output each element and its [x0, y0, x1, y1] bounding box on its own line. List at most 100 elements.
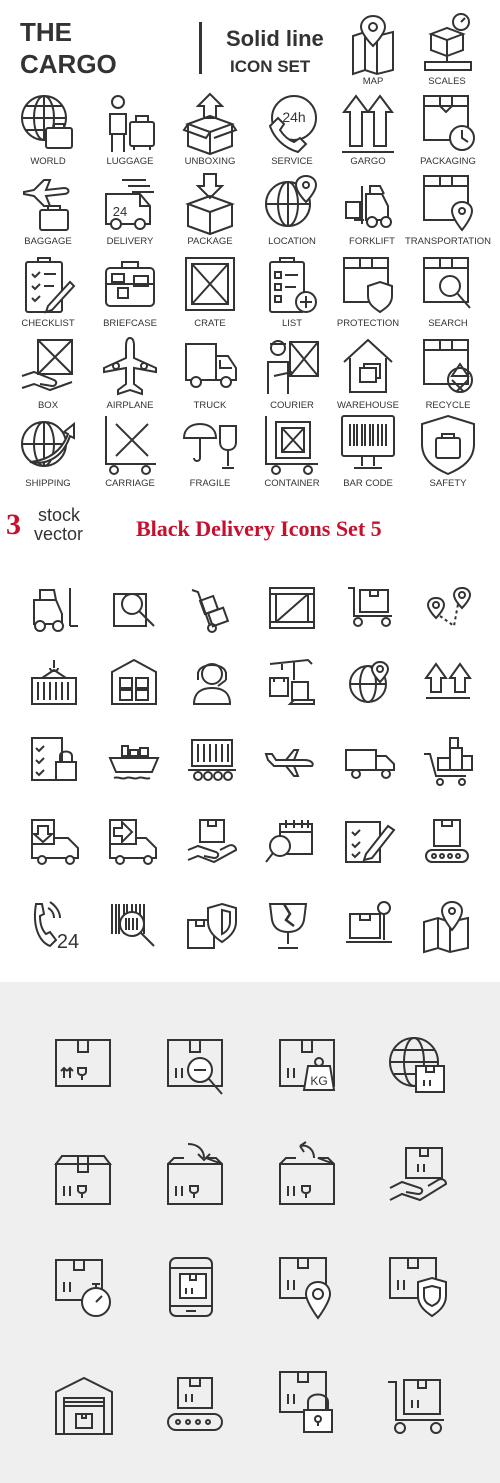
box-return-icon: [167, 1143, 223, 1205]
calendar-search-icon: [265, 820, 313, 863]
wooden-crate-icon: [269, 587, 315, 629]
box-tile: BOX: [8, 336, 88, 418]
warehouse-boxes-icon: [111, 658, 157, 705]
unboxing-icon: [182, 92, 238, 156]
packaging-label: PACKAGING: [420, 156, 476, 167]
watermark-word-stock: stock: [38, 505, 81, 525]
parcel-scale-icon: [346, 901, 392, 943]
set-subtitle-line2: ICON SET: [230, 57, 311, 76]
service-badge: 24h: [282, 109, 305, 125]
service-icon: 24h: [268, 95, 317, 154]
packaging-icon: [423, 95, 475, 151]
conveyor-box-icon: [167, 1377, 223, 1431]
title-divider: [199, 22, 202, 74]
forklift-icon: [33, 588, 78, 632]
cargo-plane-icon: [264, 749, 314, 777]
crate-tile: CRATE: [170, 254, 250, 336]
fragile-tile: FRAGILE: [170, 414, 250, 496]
hand-truck-icon: [191, 589, 230, 633]
box-hand-icon: [21, 339, 73, 392]
box-search-icon: [167, 1039, 223, 1095]
search-label: SEARCH: [428, 318, 468, 329]
set-title-line2: CARGO: [20, 49, 117, 79]
protection-icon: [343, 257, 393, 314]
checklist-tile: CHECKLIST: [8, 254, 88, 336]
barcode-search-icon: [111, 904, 155, 947]
truck-icon: [345, 749, 395, 779]
location-icon: [265, 174, 318, 227]
scales-label: SCALES: [428, 76, 466, 87]
load-truck-icon: [109, 819, 157, 865]
warehouse-garage-icon: [55, 1376, 113, 1435]
package-tile: PACKAGE: [170, 172, 250, 254]
phone-24-icon: 24: [34, 901, 79, 953]
recycle-tile: RECYCLE: [408, 336, 488, 418]
unload-truck-icon: [31, 819, 79, 865]
shipping-icon: [21, 421, 75, 467]
baggage-icon: [23, 179, 70, 231]
box-icon-grid: KG: [0, 982, 500, 1483]
warehouse-icon: [343, 338, 393, 393]
barcode-monitor-icon: [341, 415, 395, 469]
list-add-icon: [269, 257, 317, 313]
packaging-tile: PACKAGING: [408, 92, 488, 174]
luggage-icon: [109, 95, 155, 152]
globe-pin-icon: [349, 660, 390, 703]
carriage-icon: [105, 416, 156, 475]
box-trolley-icon: [348, 587, 392, 627]
box-location-icon: [423, 175, 474, 232]
baggage-tile: BAGGAGE: [8, 172, 88, 254]
rail-container-icon: [188, 739, 236, 781]
set-subtitle-line1: Solid line: [226, 26, 324, 51]
sealed-box-icon: [54, 1155, 112, 1205]
fragile-icon: [182, 422, 237, 469]
broken-glass-icon: [268, 903, 308, 949]
airplane-icon: [103, 336, 157, 396]
box-shield-icon: [389, 1257, 447, 1318]
scales-icon: [424, 13, 472, 71]
box-trolley-icon: [388, 1379, 444, 1434]
cargo-ship-icon: [108, 745, 160, 780]
search-tile: SEARCH: [408, 254, 488, 336]
delivery-van-icon: 24: [105, 179, 154, 230]
shipping-tile: SHIPPING: [8, 414, 88, 496]
forklift-icon: [345, 185, 392, 228]
route-pins-icon: [426, 586, 472, 628]
safety-label: SAFETY: [429, 478, 467, 489]
watermark-word-vector: vector: [34, 524, 84, 544]
truck-tile: TRUCK: [170, 336, 250, 418]
box-lock-icon: [279, 1371, 333, 1433]
this-way-up-icon: [342, 94, 394, 153]
delivery-badge: 24: [113, 204, 127, 219]
unboxing-tile: UNBOXING: [170, 92, 250, 174]
box-location-icon: [279, 1257, 332, 1320]
shopping-cart-boxes-icon: [424, 737, 473, 786]
scales-tile: SCALES: [407, 12, 487, 94]
box-shield-icon: [187, 902, 237, 949]
truck-icon: [185, 343, 237, 388]
hand-holding-box-icon: [389, 1147, 448, 1202]
box-weight-icon: KG: [279, 1039, 336, 1091]
box-search-icon: [423, 257, 471, 309]
map-pin-icon: [423, 900, 469, 954]
crate-icon: [185, 257, 235, 311]
cargo-icon-set-panel: THE CARGO Solid line ICON SET MAP SCALES…: [0, 0, 500, 500]
box-timer-icon: [55, 1259, 111, 1317]
box-recycle-icon: [423, 339, 473, 393]
container-cart-icon: [265, 416, 318, 475]
courier-icon: [267, 340, 319, 394]
up-arrows-icon: [424, 662, 472, 699]
set-title-line1: THE: [20, 17, 72, 47]
collection-title: Black Delivery Icons Set 5: [136, 516, 382, 541]
briefcase-icon: [105, 261, 155, 307]
checklist-icon: [25, 257, 76, 314]
safety-icon: [421, 414, 475, 476]
watermark-strip: 3 stock vector Black Delivery Icons Set …: [0, 500, 500, 550]
package-icon: [185, 173, 235, 236]
transportation-label: TRANSPORTATION: [404, 236, 492, 247]
phone-24-badge: 24: [57, 931, 79, 953]
crane-loader-icon: [269, 658, 315, 705]
box-search-icon: [113, 593, 155, 627]
smartphone-box-icon: [169, 1257, 213, 1317]
transportation-tile: TRANSPORTATION: [405, 172, 491, 254]
